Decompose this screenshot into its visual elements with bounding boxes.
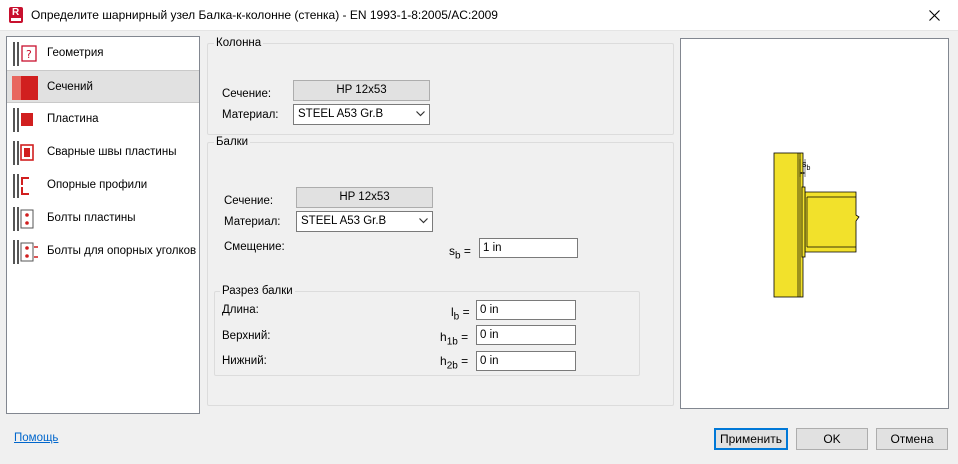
angle-bolts-icon [13,240,38,264]
beams-group-title: Балки [214,136,251,148]
cut-length-input[interactable]: 0 in [476,300,576,320]
column-group [207,43,674,135]
cut-bottom-label: Нижний: [222,355,267,367]
chevron-down-icon [416,111,425,117]
sidebar-item-plate[interactable]: Пластина [7,103,199,136]
chevron-down-icon [419,218,428,224]
svg-text:?: ? [26,48,32,61]
cut-bottom-symbol: h2b = [440,354,469,372]
support-profiles-icon [13,174,29,198]
connection-drawing: sb [773,152,860,298]
cut-top-symbol: h1b = [440,330,469,348]
beam-section-label: Сечение: [224,195,274,207]
column-material-select[interactable]: STEEL A53 Gr.B [293,104,430,125]
app-icon: R [9,7,23,23]
close-button[interactable] [912,0,958,31]
cut-length-label: Длина: [222,304,259,316]
sidebar-item-sections[interactable]: Сечений [7,70,199,103]
beam-material-select[interactable]: STEEL A53 Gr.B [296,211,433,232]
end-plate-shape [801,186,806,258]
cut-top-input[interactable]: 0 in [476,325,576,345]
close-icon [929,10,940,21]
offset-input[interactable]: 1 in [479,238,578,258]
column-material-label: Материал: [222,109,279,121]
column-group-title: Колонна [214,37,264,49]
connection-preview: sb [680,38,949,409]
window-title: Определите шарнирный узел Балка-к-колонн… [31,8,498,22]
help-link[interactable]: Помощь [14,432,58,444]
plate-icon [13,108,33,132]
sidebar-item-plate-bolts[interactable]: Болты пластины [7,202,199,235]
sidebar-item-label: Болты пластины [47,212,136,224]
beam-shape [804,191,860,253]
plate-bolts-icon [13,207,34,231]
cut-length-symbol: lb = [451,305,470,323]
sidebar-item-angle-bolts[interactable]: Болты для опорных уголков [7,235,199,268]
offset-symbol: sb = [449,244,471,262]
title-bar: R Определите шарнирный узел Балка-к-коло… [0,0,958,31]
sidebar-item-label: Сечений [47,81,93,93]
sidebar: ? Геометрия Сечений Пластина Сварные швы… [6,36,200,414]
beam-section-value: HP 12x53 [296,187,433,208]
sidebar-item-support-profiles[interactable]: Опорные профили [7,169,199,202]
ok-button[interactable]: OK [796,428,868,450]
cut-bottom-input[interactable]: 0 in [476,351,576,371]
beam-material-label: Материал: [224,216,281,228]
geometry-icon: ? [13,42,37,66]
sidebar-item-plate-welds[interactable]: Сварные швы пластины [7,136,199,169]
sidebar-item-geometry[interactable]: ? Геометрия [7,37,199,70]
sidebar-item-label: Геометрия [47,47,104,59]
cut-top-label: Верхний: [222,330,271,342]
sections-icon [12,76,38,100]
plate-welds-icon [13,141,34,165]
beam-cut-group [214,291,640,376]
cancel-button[interactable]: Отмена [876,428,948,450]
sidebar-item-label: Болты для опорных уголков [47,245,197,257]
beam-cut-group-title: Разрез балки [220,285,295,297]
column-shape [773,152,804,298]
sidebar-item-label: Пластина [47,113,99,125]
apply-button[interactable]: Применить [714,428,788,450]
sidebar-item-label: Сварные швы пластины [47,146,177,158]
offset-label: Смещение: [224,241,285,253]
column-section-label: Сечение: [222,88,272,100]
column-section-value: HP 12x53 [293,80,430,101]
sidebar-item-label: Опорные профили [47,179,148,191]
